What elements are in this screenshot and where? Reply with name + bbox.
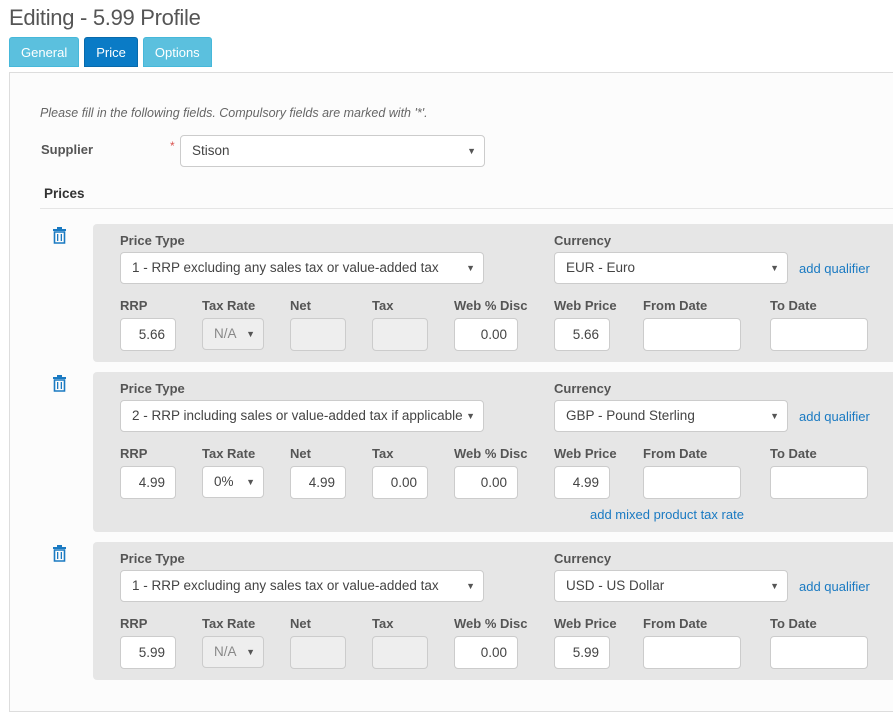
- tax-input: [372, 318, 428, 351]
- tax-label: Tax: [372, 298, 393, 313]
- from-date-label: From Date: [643, 298, 707, 313]
- chevron-down-icon: ▼: [466, 401, 475, 431]
- currency-value: USD - US Dollar: [566, 578, 664, 593]
- add-qualifier-link[interactable]: add qualifier: [799, 409, 870, 424]
- tab-price[interactable]: Price: [84, 37, 138, 67]
- tax-rate-select[interactable]: 0% ▼: [202, 466, 264, 498]
- rrp-label: RRP: [120, 616, 147, 631]
- price-type-label: Price Type: [120, 233, 185, 248]
- tab-bar: General Price Options: [9, 37, 212, 67]
- prices-heading: Prices: [44, 186, 85, 201]
- net-input: [290, 636, 346, 669]
- currency-select[interactable]: GBP - Pound Sterling ▼: [554, 400, 788, 432]
- rrp-label: RRP: [120, 446, 147, 461]
- web-disc-label: Web % Disc: [454, 298, 527, 313]
- trash-icon[interactable]: [52, 375, 67, 392]
- web-price-label: Web Price: [554, 616, 617, 631]
- tax-rate-select[interactable]: N/A ▼: [202, 636, 264, 668]
- web-disc-input[interactable]: 0.00: [454, 636, 518, 669]
- price-type-value: 1 - RRP excluding any sales tax or value…: [132, 260, 439, 275]
- currency-label: Currency: [554, 551, 611, 566]
- chevron-down-icon: ▼: [770, 571, 779, 601]
- net-label: Net: [290, 616, 311, 631]
- web-price-input[interactable]: 5.99: [554, 636, 610, 669]
- price-type-label: Price Type: [120, 381, 185, 396]
- to-date-input[interactable]: [770, 318, 868, 351]
- from-date-label: From Date: [643, 446, 707, 461]
- net-label: Net: [290, 298, 311, 313]
- tax-rate-value: N/A: [214, 326, 237, 341]
- chevron-down-icon: ▼: [246, 637, 255, 667]
- currency-value: GBP - Pound Sterling: [566, 408, 695, 423]
- add-qualifier-link[interactable]: add qualifier: [799, 261, 870, 276]
- web-price-input[interactable]: 4.99: [554, 466, 610, 499]
- from-date-label: From Date: [643, 616, 707, 631]
- net-input: [290, 318, 346, 351]
- web-price-input[interactable]: 5.66: [554, 318, 610, 351]
- web-disc-label: Web % Disc: [454, 616, 527, 631]
- rrp-input[interactable]: 5.99: [120, 636, 176, 669]
- tab-general[interactable]: General: [9, 37, 79, 67]
- supplier-label: Supplier: [41, 142, 93, 157]
- to-date-input[interactable]: [770, 636, 868, 669]
- tax-rate-label: Tax Rate: [202, 298, 255, 313]
- chevron-down-icon: ▼: [466, 253, 475, 283]
- rrp-input[interactable]: 4.99: [120, 466, 176, 499]
- trash-icon[interactable]: [52, 227, 67, 244]
- price-type-select[interactable]: 1 - RRP excluding any sales tax or value…: [120, 252, 484, 284]
- price-type-value: 1 - RRP excluding any sales tax or value…: [132, 578, 439, 593]
- to-date-label: To Date: [770, 616, 817, 631]
- price-type-label: Price Type: [120, 551, 185, 566]
- tax-input[interactable]: 0.00: [372, 466, 428, 499]
- supplier-select-value: Stison: [192, 143, 230, 158]
- chevron-down-icon: ▼: [466, 571, 475, 601]
- rrp-label: RRP: [120, 298, 147, 313]
- required-marker: *: [170, 139, 175, 153]
- rrp-input[interactable]: 5.66: [120, 318, 176, 351]
- tax-input: [372, 636, 428, 669]
- tax-label: Tax: [372, 616, 393, 631]
- web-price-label: Web Price: [554, 298, 617, 313]
- tax-rate-label: Tax Rate: [202, 446, 255, 461]
- trash-icon[interactable]: [52, 545, 67, 562]
- chevron-down-icon: ▼: [770, 401, 779, 431]
- form-hint: Please fill in the following fields. Com…: [40, 106, 428, 120]
- web-price-label: Web Price: [554, 446, 617, 461]
- web-disc-label: Web % Disc: [454, 446, 527, 461]
- currency-value: EUR - Euro: [566, 260, 635, 275]
- add-mixed-tax-rate-link[interactable]: add mixed product tax rate: [590, 507, 744, 522]
- tax-label: Tax: [372, 446, 393, 461]
- tax-rate-label: Tax Rate: [202, 616, 255, 631]
- currency-label: Currency: [554, 381, 611, 396]
- from-date-input[interactable]: [643, 466, 741, 499]
- to-date-label: To Date: [770, 446, 817, 461]
- chevron-down-icon: ▼: [770, 253, 779, 283]
- from-date-input[interactable]: [643, 318, 741, 351]
- supplier-select[interactable]: Stison ▼: [180, 135, 485, 167]
- net-input[interactable]: 4.99: [290, 466, 346, 499]
- price-type-value: 2 - RRP including sales or value-added t…: [132, 408, 463, 423]
- web-disc-input[interactable]: 0.00: [454, 466, 518, 499]
- currency-label: Currency: [554, 233, 611, 248]
- price-type-select[interactable]: 2 - RRP including sales or value-added t…: [120, 400, 484, 432]
- currency-select[interactable]: USD - US Dollar ▼: [554, 570, 788, 602]
- net-label: Net: [290, 446, 311, 461]
- to-date-label: To Date: [770, 298, 817, 313]
- tab-options[interactable]: Options: [143, 37, 212, 67]
- to-date-input[interactable]: [770, 466, 868, 499]
- chevron-down-icon: ▼: [246, 319, 255, 349]
- tax-rate-value: 0%: [214, 474, 234, 489]
- web-disc-input[interactable]: 0.00: [454, 318, 518, 351]
- tax-rate-select[interactable]: N/A ▼: [202, 318, 264, 350]
- chevron-down-icon: ▼: [467, 136, 476, 166]
- add-qualifier-link[interactable]: add qualifier: [799, 579, 870, 594]
- price-type-select[interactable]: 1 - RRP excluding any sales tax or value…: [120, 570, 484, 602]
- divider: [40, 208, 893, 209]
- page-title: Editing - 5.99 Profile: [9, 5, 201, 31]
- from-date-input[interactable]: [643, 636, 741, 669]
- tax-rate-value: N/A: [214, 644, 237, 659]
- chevron-down-icon: ▼: [246, 467, 255, 497]
- currency-select[interactable]: EUR - Euro ▼: [554, 252, 788, 284]
